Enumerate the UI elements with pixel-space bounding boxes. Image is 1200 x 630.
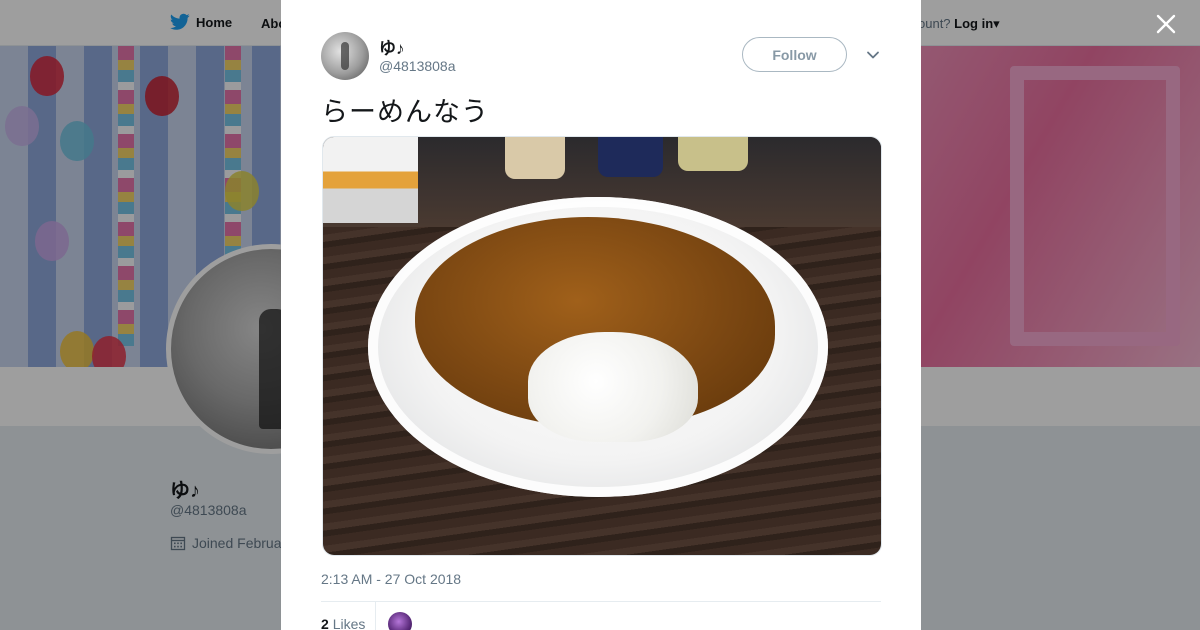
likes-count: 2 bbox=[321, 616, 329, 630]
stats-separator bbox=[375, 602, 376, 630]
photo-jar bbox=[598, 137, 663, 177]
photo-bowl-rim bbox=[368, 197, 828, 497]
photo-box bbox=[323, 137, 418, 223]
author-handle[interactable]: @4813808a bbox=[379, 58, 456, 74]
photo-jar bbox=[678, 137, 748, 171]
liker-avatar[interactable] bbox=[388, 612, 412, 630]
tweet-text: らーめんなう bbox=[321, 97, 489, 128]
avatar-figure bbox=[341, 42, 349, 70]
stats-divider bbox=[321, 601, 881, 602]
close-icon bbox=[1156, 14, 1176, 34]
tweet-photo[interactable] bbox=[322, 136, 882, 556]
tweet-timestamp[interactable]: 2:13 AM - 27 Oct 2018 bbox=[321, 571, 461, 587]
tweet-menu-button[interactable] bbox=[863, 45, 883, 65]
author-name[interactable]: ゆ♪ bbox=[379, 34, 405, 59]
photo-jar bbox=[505, 137, 565, 179]
likes-label: Likes bbox=[332, 616, 366, 630]
tweet-modal: ゆ♪ @4813808a Follow らーめんなう 2:13 AM - 27 … bbox=[281, 0, 921, 630]
follow-button[interactable]: Follow bbox=[742, 37, 847, 72]
likes-stat[interactable]: 2 Likes bbox=[321, 616, 365, 630]
close-button[interactable] bbox=[1152, 10, 1180, 38]
chevron-down-icon bbox=[867, 51, 879, 59]
author-avatar[interactable] bbox=[321, 32, 369, 80]
